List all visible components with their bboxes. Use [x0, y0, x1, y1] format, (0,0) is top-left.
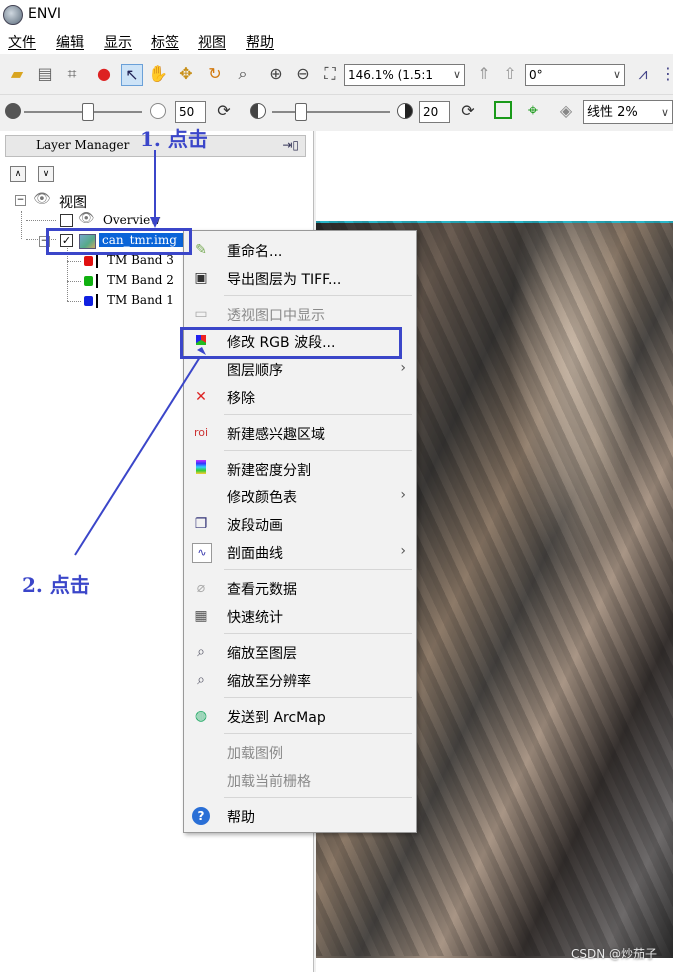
arrowhead-step2 — [197, 347, 206, 355]
annotation-arrows — [74, 150, 206, 556]
watermark: CSDN @炒茄子 — [570, 947, 657, 961]
arrow-step2 — [74, 356, 201, 556]
arrowhead-step1 — [150, 217, 160, 228]
